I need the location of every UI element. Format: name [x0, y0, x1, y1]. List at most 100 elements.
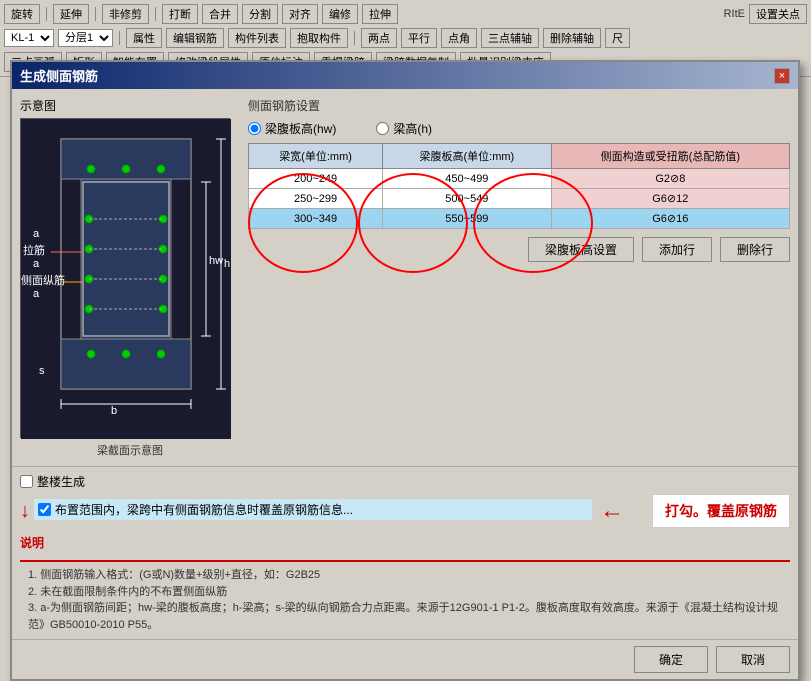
- stretch-btn[interactable]: 拉伸: [362, 4, 398, 24]
- dialog-title: 生成侧面钢筋: [20, 66, 98, 85]
- radio-hw-label: 梁腹板高(hw): [265, 120, 336, 137]
- delete-row-btn[interactable]: 删除行: [720, 237, 790, 262]
- beam-diagram-svg: hw h a a a s b: [21, 119, 231, 439]
- table-actions: 梁腹板高设置 添加行 删除行: [248, 237, 790, 262]
- col-header-config: 侧面构造或受扭筋(总配筋值): [551, 144, 789, 169]
- col-header-hw: 梁腹板高(单位:mm): [383, 144, 552, 169]
- confirm-btn[interactable]: 确定: [634, 646, 708, 673]
- cell-config-1: G2⊘8: [551, 169, 789, 189]
- cancel-btn[interactable]: 取消: [716, 646, 790, 673]
- radio-h[interactable]: 梁高(h): [376, 120, 432, 137]
- component-list-btn[interactable]: 构件列表: [228, 28, 286, 48]
- layer-select[interactable]: 分层1: [58, 29, 113, 47]
- diagram-panel: 示意图: [20, 97, 240, 458]
- add-row-btn[interactable]: 添加行: [642, 237, 712, 262]
- whole-floor-label: 整楼生成: [37, 473, 85, 490]
- extend-btn[interactable]: 延伸: [53, 4, 89, 24]
- rite-label: RItE: [724, 8, 745, 20]
- svg-text:侧面纵筋: 侧面纵筋: [21, 273, 65, 287]
- notes-section: 说明 1. 侧面钢筋输入格式：(G或N)数量+级别+直径，如：G2B25 2. …: [20, 534, 790, 633]
- two-point-btn[interactable]: 两点: [361, 28, 397, 48]
- dialog-body: 示意图: [12, 89, 798, 466]
- sep2: [95, 7, 96, 21]
- cell-width-1: 200~249: [249, 169, 383, 189]
- bottom-section: 整楼生成 ↓ 布置范围内，梁跨中有侧面钢筋信息时覆盖原钢筋信息... ← 打勾。…: [12, 466, 798, 639]
- point-angle-btn[interactable]: 点角: [441, 28, 477, 48]
- rebar-table: 梁宽(单位:mm) 梁腹板高(单位:mm) 侧面构造或受扭筋(总配筋值) 200…: [248, 143, 790, 229]
- property-btn[interactable]: 属性: [126, 28, 162, 48]
- svg-text:a: a: [33, 288, 40, 300]
- settings-btn[interactable]: 设置关点: [749, 4, 807, 24]
- generate-side-rebar-dialog: 生成侧面钢筋 × 示意图: [10, 60, 800, 681]
- radio-hw[interactable]: 梁腹板高(hw): [248, 120, 336, 137]
- whole-floor-checkbox[interactable]: [20, 475, 33, 488]
- settings-panel: 侧面钢筋设置 梁腹板高(hw) 梁高(h) 梁宽(单位:mm): [248, 97, 790, 458]
- sep1: [46, 7, 47, 21]
- non-trim-btn[interactable]: 非修剪: [102, 4, 149, 24]
- beam-select[interactable]: KL-1: [4, 29, 54, 47]
- down-arrow-icon: ↓: [20, 500, 30, 523]
- three-point-aux-btn[interactable]: 三点辅轴: [481, 28, 539, 48]
- merge-btn[interactable]: 合并: [202, 4, 238, 24]
- ruler-btn[interactable]: 尺: [605, 28, 630, 48]
- pick-component-btn[interactable]: 抱取构件: [290, 28, 348, 48]
- svg-text:a: a: [33, 258, 40, 270]
- table-row-2[interactable]: 250~299 500~549 G6⊘12: [249, 189, 790, 209]
- sep4: [119, 31, 120, 45]
- rebar-mode-radio-group: 梁腹板高(hw) 梁高(h): [248, 120, 790, 137]
- svg-text:a: a: [33, 228, 40, 240]
- note-1: 1. 侧面钢筋输入格式：(G或N)数量+级别+直径，如：G2B25: [20, 567, 790, 584]
- cell-width-2: 250~299: [249, 189, 383, 209]
- toolbar-row-2: KL-1 分层1 属性 编辑钢筋 构件列表 抱取构件 两点 平行 点角 三点辅轴…: [4, 26, 807, 50]
- toolbar-row-1: 旋转 延伸 非修剪 打断 合并 分割 对齐 编修 拉伸 RItE 设置关点: [4, 2, 807, 26]
- table-container: 梁宽(单位:mm) 梁腹板高(单位:mm) 侧面构造或受扭筋(总配筋值) 200…: [248, 143, 790, 229]
- cell-hw-2: 500~549: [383, 189, 552, 209]
- svg-text:b: b: [111, 405, 117, 417]
- slab-height-settings-btn[interactable]: 梁腹板高设置: [528, 237, 634, 262]
- radio-h-label: 梁高(h): [393, 120, 432, 137]
- edit-btn[interactable]: 编修: [322, 4, 358, 24]
- table-header-row: 梁宽(单位:mm) 梁腹板高(单位:mm) 侧面构造或受扭筋(总配筋值): [249, 144, 790, 169]
- sep5: [354, 31, 355, 45]
- table-row-1[interactable]: 200~249 450~499 G2⊘8: [249, 169, 790, 189]
- dialog-footer: 确定 取消: [12, 639, 798, 679]
- cell-width-3: 300~349: [249, 209, 383, 229]
- cell-hw-3: 550~599: [383, 209, 552, 229]
- dialog-close-btn[interactable]: ×: [774, 68, 790, 84]
- annotation-box: 打勾。覆盖原钢筋: [652, 494, 790, 528]
- note-2: 2. 未在截面限制条件内的不布置侧面纵筋: [20, 584, 790, 601]
- align-btn[interactable]: 对齐: [282, 4, 318, 24]
- note-3: 3. a-为侧面钢筋间距；hw-梁的腹板高度；h-梁高；s-梁的纵向钢筋合力点距…: [20, 600, 790, 633]
- notes-label: 说明: [20, 536, 44, 550]
- col-header-width: 梁宽(单位:mm): [249, 144, 383, 169]
- whole-floor-checkbox-row: 整楼生成: [20, 473, 790, 490]
- diagram-label: 示意图: [20, 97, 240, 114]
- svg-text:拉筋: 拉筋: [23, 243, 45, 257]
- sep3: [155, 7, 156, 21]
- beam-diagram-box: hw h a a a s b: [20, 118, 230, 438]
- rotate-btn[interactable]: 旋转: [4, 4, 40, 24]
- svg-text:h: h: [224, 258, 230, 270]
- cover-rebar-label: 布置范围内，梁跨中有侧面钢筋信息时覆盖原钢筋信息...: [55, 501, 353, 518]
- radio-h-input[interactable]: [376, 122, 389, 135]
- settings-title: 侧面钢筋设置: [248, 97, 790, 114]
- table-row-3[interactable]: 300~349 550~599 G6⊘16: [249, 209, 790, 229]
- cover-rebar-row: ↓ 布置范围内，梁跨中有侧面钢筋信息时覆盖原钢筋信息... ← 打勾。覆盖原钢筋: [20, 494, 790, 528]
- cover-rebar-checkbox-row: 布置范围内，梁跨中有侧面钢筋信息时覆盖原钢筋信息...: [34, 499, 592, 520]
- notes-title: 说明: [20, 534, 790, 565]
- cell-hw-1: 450~499: [383, 169, 552, 189]
- edit-rebar-btn[interactable]: 编辑钢筋: [166, 28, 224, 48]
- delete-aux-btn[interactable]: 删除辅轴: [543, 28, 601, 48]
- cell-config-3: G6⊘16: [551, 209, 789, 229]
- svg-text:s: s: [39, 365, 45, 377]
- dialog-titlebar: 生成侧面钢筋 ×: [12, 62, 798, 89]
- break-btn[interactable]: 打断: [162, 4, 198, 24]
- cell-config-2: G6⊘12: [551, 189, 789, 209]
- diagram-caption: 梁截面示意图: [20, 442, 240, 458]
- radio-hw-input[interactable]: [248, 122, 261, 135]
- split-btn[interactable]: 分割: [242, 4, 278, 24]
- parallel-btn[interactable]: 平行: [401, 28, 437, 48]
- cover-rebar-checkbox[interactable]: [38, 503, 51, 516]
- annotation-text: 打勾。覆盖原钢筋: [665, 503, 777, 519]
- left-arrow-icon: ←: [600, 497, 624, 525]
